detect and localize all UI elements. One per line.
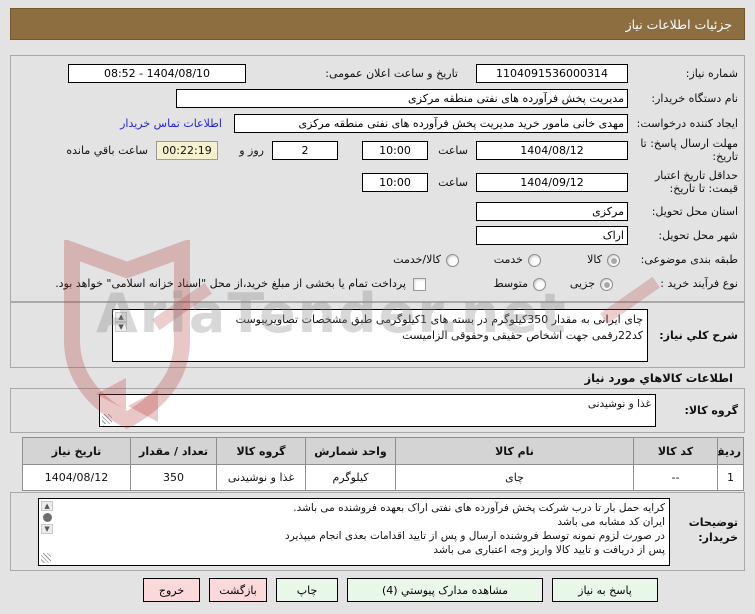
city-input[interactable]: [476, 226, 628, 245]
radio-goods-service-label: کالا/خدمت: [393, 253, 441, 266]
cell-need-date: 1404/08/12: [22, 464, 131, 491]
buyer-org-label: نام دستگاه خریدار:: [651, 92, 738, 105]
radio-goods[interactable]: [607, 254, 620, 267]
goods-table-header-row: ردیف کد کالا نام کالا واحد شمارش گروه کا…: [22, 437, 744, 465]
city-label: شهر محل تحویل:: [658, 229, 738, 242]
radio-minor-label: جزیی: [569, 277, 595, 290]
scroll-up-icon[interactable]: ▲: [115, 312, 127, 322]
subject-class-label: طبقه بندی موضوعی:: [640, 253, 738, 266]
description-scrollbar[interactable]: ▲ ▼: [114, 311, 128, 360]
cell-row-number: 1: [717, 464, 744, 491]
request-creator-input[interactable]: [234, 114, 628, 133]
respond-to-need-button[interactable]: پاسخ به نیاز: [552, 578, 658, 602]
goods-group-input[interactable]: غذا و نوشیدنی: [99, 394, 656, 427]
col-quantity: تعداد / مقدار: [130, 437, 217, 465]
treasury-checkbox-label: پرداخت تمام یا بخشی از مبلغ خرید،از محل …: [55, 277, 406, 290]
resize-handle-icon[interactable]: [102, 414, 112, 424]
description-textarea[interactable]: ▲ ▼ چای ایرانی به مقدار 350کیلوگرم در بس…: [112, 309, 648, 362]
view-attachments-button[interactable]: مشاهده مدارک پیوستي (4): [347, 578, 543, 602]
countdown-timer: 00:22:19: [156, 141, 218, 160]
response-deadline-date-input[interactable]: [476, 141, 628, 160]
response-deadline-time-input[interactable]: [362, 141, 428, 160]
treasury-checkbox[interactable]: [413, 278, 426, 291]
buyer-notes-textarea[interactable]: ▲ ▼ کرایه حمل بار تا درب شرکت پخش فرآورد…: [38, 498, 670, 566]
buyer-notes-text: کرایه حمل بار تا درب شرکت پخش فرآورده ها…: [285, 502, 665, 556]
request-creator-label: ایجاد کننده درخواست:: [636, 117, 738, 130]
price-validity-date-input[interactable]: [476, 173, 628, 192]
need-number-input[interactable]: [476, 64, 628, 83]
price-hour-label: ساعت: [438, 176, 468, 189]
announce-datetime-label: تاریخ و ساعت اعلان عمومی:: [325, 67, 458, 80]
days-remaining-input[interactable]: [272, 141, 338, 160]
hours-remaining-label: ساعت باقي مانده: [66, 144, 148, 157]
radio-service-label: خدمت: [493, 253, 523, 266]
col-need-date: تاریخ نیاز: [22, 437, 131, 465]
radio-service[interactable]: [528, 254, 541, 267]
province-input[interactable]: [476, 202, 628, 221]
need-number-label: شماره نیاز:: [685, 67, 738, 80]
description-label: شرح کلي نیاز:: [659, 329, 738, 342]
need-info-panel: شماره نیاز: تاریخ و ساعت اعلان عمومی: نا…: [10, 55, 745, 302]
buyer-contact-link[interactable]: اطلاعات تماس خریدار: [120, 117, 222, 130]
back-button[interactable]: بازگشت: [209, 578, 267, 602]
cell-goods-group: غذا و نوشیدنی: [216, 464, 306, 491]
col-unit: واحد شمارش: [305, 437, 396, 465]
days-separator-label: روز و: [239, 144, 264, 157]
page-title: جزئیات اطلاعات نیاز: [10, 8, 745, 40]
price-validity-time-input[interactable]: [362, 173, 428, 192]
radio-medium-label: متوسط: [493, 277, 528, 290]
cell-quantity: 350: [130, 464, 217, 491]
response-hour-label: ساعت: [438, 144, 468, 157]
scroll-up-icon[interactable]: ▲: [41, 501, 53, 511]
col-goods-group: گروه کالا: [216, 437, 306, 465]
print-button[interactable]: چاپ: [276, 578, 338, 602]
scroll-down-icon[interactable]: ▼: [115, 322, 127, 332]
radio-goods-service[interactable]: [446, 254, 459, 267]
col-goods-name: نام کالا: [395, 437, 634, 465]
description-text: چای ایرانی به مقدار 350کیلوگرم در بسته ه…: [235, 313, 643, 342]
buyer-notes-panel: توضیحات خریدار: ▲ ▼ کرایه حمل بار تا درب…: [10, 492, 745, 571]
cell-goods-name: چای: [395, 464, 634, 491]
goods-group-panel: گروه کالا: غذا و نوشیدنی: [10, 388, 745, 433]
buyer-notes-label: توضیحات خریدار:: [688, 516, 738, 544]
radio-minor[interactable]: [600, 278, 613, 291]
process-type-label: نوع فرآیند خرید :: [660, 277, 738, 290]
radio-goods-label: کالا: [587, 253, 602, 266]
radio-medium[interactable]: [533, 278, 546, 291]
goods-group-label: گروه کالا:: [684, 404, 738, 417]
goods-group-value: غذا و نوشیدنی: [587, 398, 651, 410]
cell-goods-code: --: [633, 464, 718, 491]
action-buttons-bar: پاسخ به نیاز مشاهده مدارک پیوستي (4) چاپ…: [143, 578, 658, 602]
resize-handle-icon[interactable]: [41, 553, 51, 563]
general-description-panel: شرح کلي نیاز: ▲ ▼ چای ایرانی به مقدار 35…: [10, 302, 745, 368]
buyer-org-input[interactable]: [176, 89, 628, 108]
scroll-down-icon[interactable]: ▼: [41, 524, 53, 534]
need-details-page: جزئیات اطلاعات نیاز شماره نیاز: تاریخ و …: [0, 0, 755, 614]
response-deadline-label: مهلت ارسال پاسخ: تا تاریخ:: [640, 137, 738, 163]
price-validity-label: حداقل تاریخ اعتبار قیمت: تا تاریخ:: [654, 169, 738, 195]
province-label: استان محل تحویل:: [651, 205, 738, 218]
table-row[interactable]: 1 -- چای کیلوگرم غذا و نوشیدنی 350 1404/…: [22, 464, 744, 491]
col-goods-code: کد کالا: [633, 437, 718, 465]
announce-datetime-input[interactable]: [68, 64, 246, 83]
goods-table: ردیف کد کالا نام کالا واحد شمارش گروه کا…: [22, 437, 744, 491]
scrollbar-thumb[interactable]: [42, 513, 52, 522]
col-row-number: ردیف: [717, 437, 744, 465]
goods-info-header: اطلاعات کالاهاي مورد نیاز: [584, 371, 733, 385]
cell-unit: کیلوگرم: [305, 464, 396, 491]
exit-button[interactable]: خروج: [143, 578, 200, 602]
